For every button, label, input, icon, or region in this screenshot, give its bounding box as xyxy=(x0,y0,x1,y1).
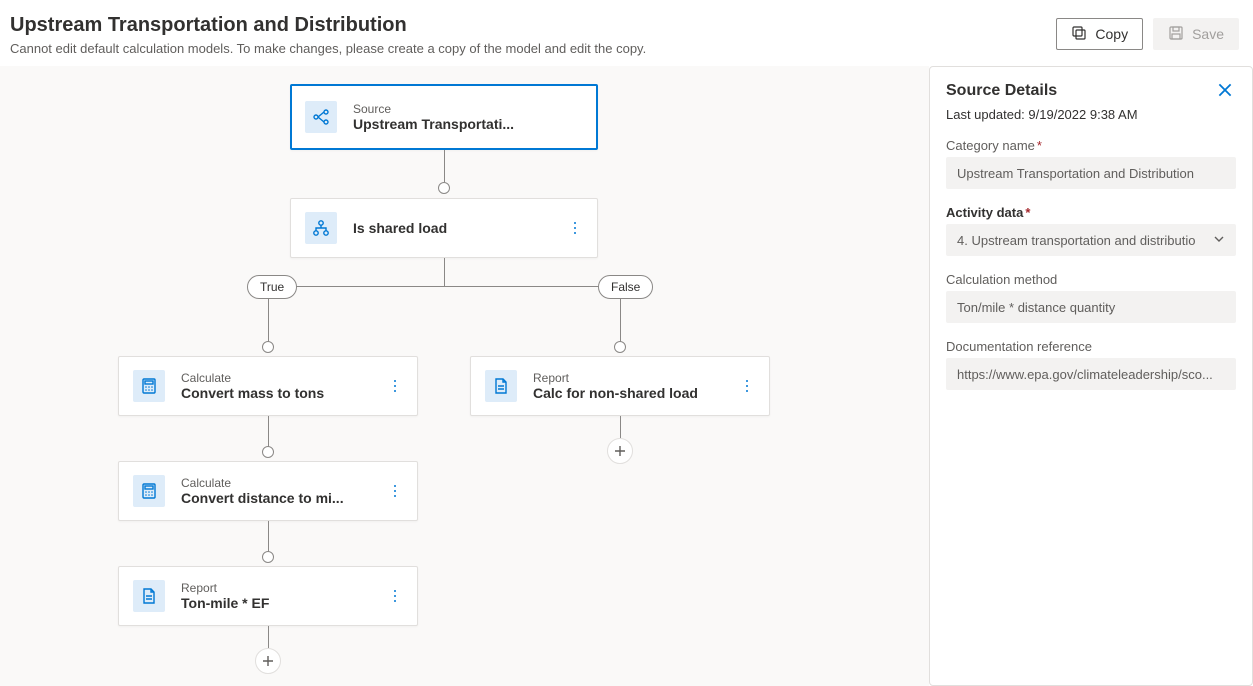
calculation-method-field: Ton/mile * distance quantity xyxy=(946,291,1236,323)
edge xyxy=(268,521,269,553)
category-name-label: Category name* xyxy=(946,138,1236,153)
diagram-canvas[interactable]: Source Upstream Transportati... Is share… xyxy=(0,66,929,686)
node-label: Convert distance to mi... xyxy=(181,490,344,506)
calculator-icon xyxy=(133,370,165,402)
node-false-1[interactable]: Report Calc for non-shared load xyxy=(470,356,770,416)
node-label: Convert mass to tons xyxy=(181,385,324,401)
save-button: Save xyxy=(1153,18,1239,50)
panel-title: Source Details xyxy=(946,82,1057,100)
port[interactable] xyxy=(262,446,274,458)
documentation-reference-label: Documentation reference xyxy=(946,339,1236,354)
report-icon xyxy=(133,580,165,612)
page-subtitle: Cannot edit default calculation models. … xyxy=(10,41,646,56)
node-more-button[interactable] xyxy=(385,481,405,501)
edge xyxy=(444,258,445,286)
node-kind: Report xyxy=(533,371,698,385)
branch-true-label: True xyxy=(247,275,297,299)
port[interactable] xyxy=(262,551,274,563)
node-more-button[interactable] xyxy=(737,376,757,396)
node-more-button[interactable] xyxy=(565,218,585,238)
condition-icon xyxy=(305,212,337,244)
activity-data-label: Activity data* xyxy=(946,205,1236,220)
edge xyxy=(268,286,621,287)
activity-data-value: 4. Upstream transportation and distribut… xyxy=(957,233,1195,248)
report-icon xyxy=(485,370,517,402)
node-label: Is shared load xyxy=(353,220,447,236)
branch-false-label: False xyxy=(598,275,653,299)
node-kind: Calculate xyxy=(181,371,324,385)
port[interactable] xyxy=(438,182,450,194)
node-condition[interactable]: Is shared load xyxy=(290,198,598,258)
edge xyxy=(268,626,269,648)
node-kind: Report xyxy=(181,581,269,595)
documentation-reference-field: https://www.epa.gov/climateleadership/sc… xyxy=(946,358,1236,390)
updated-prefix: Last updated: xyxy=(946,107,1028,122)
copy-label: Copy xyxy=(1095,26,1128,42)
details-panel: Source Details Last updated: 9/19/2022 9… xyxy=(929,66,1253,686)
source-icon xyxy=(305,101,337,133)
node-true-3[interactable]: Report Ton-mile * EF xyxy=(118,566,418,626)
edge xyxy=(444,150,445,182)
port[interactable] xyxy=(262,341,274,353)
node-more-button[interactable] xyxy=(385,376,405,396)
node-more-button[interactable] xyxy=(385,586,405,606)
category-name-field: Upstream Transportation and Distribution xyxy=(946,157,1236,189)
node-kind: Source xyxy=(353,102,514,116)
activity-data-select[interactable]: 4. Upstream transportation and distribut… xyxy=(946,224,1236,256)
edge xyxy=(620,416,621,438)
page-title: Upstream Transportation and Distribution xyxy=(10,14,646,37)
node-label: Ton-mile * EF xyxy=(181,595,269,611)
node-true-1[interactable]: Calculate Convert mass to tons xyxy=(118,356,418,416)
edge xyxy=(268,416,269,448)
node-true-2[interactable]: Calculate Convert distance to mi... xyxy=(118,461,418,521)
copy-icon xyxy=(1071,25,1087,44)
last-updated: Last updated: 9/19/2022 9:38 AM xyxy=(946,107,1236,122)
node-kind: Calculate xyxy=(181,476,344,490)
calculator-icon xyxy=(133,475,165,507)
updated-value: 9/19/2022 9:38 AM xyxy=(1028,107,1137,122)
node-label: Calc for non-shared load xyxy=(533,385,698,401)
calculation-method-label: Calculation method xyxy=(946,272,1236,287)
save-icon xyxy=(1168,25,1184,44)
chevron-down-icon xyxy=(1213,233,1225,248)
add-node-button[interactable] xyxy=(255,648,281,674)
save-label: Save xyxy=(1192,26,1224,42)
add-node-button[interactable] xyxy=(607,438,633,464)
copy-button[interactable]: Copy xyxy=(1056,18,1143,50)
port[interactable] xyxy=(614,341,626,353)
close-icon[interactable] xyxy=(1216,81,1236,101)
node-source[interactable]: Source Upstream Transportati... xyxy=(290,84,598,150)
node-label: Upstream Transportati... xyxy=(353,116,514,132)
